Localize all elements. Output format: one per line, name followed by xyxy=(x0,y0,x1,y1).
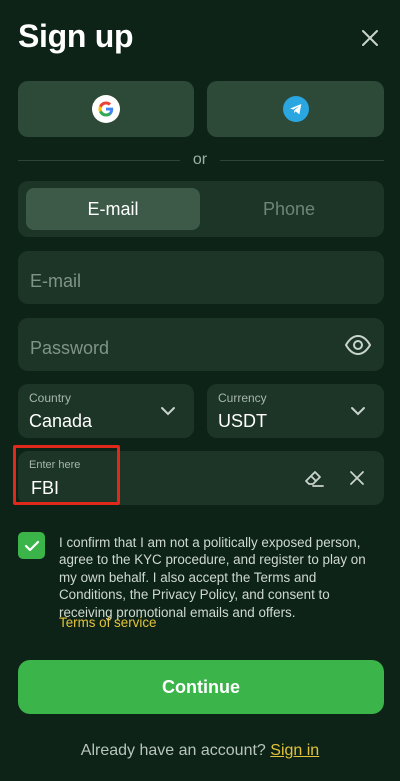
telegram-icon xyxy=(282,96,309,122)
continue-button[interactable]: Continue xyxy=(18,660,384,714)
password-field[interactable]: Password xyxy=(18,318,384,371)
have-account-text: Already have an account? xyxy=(80,742,266,759)
show-password-button[interactable] xyxy=(343,332,373,358)
chevron-down-icon xyxy=(350,404,366,422)
eye-icon xyxy=(344,334,372,356)
currency-select[interactable]: Currency USDT xyxy=(207,384,384,438)
telegram-signup-button[interactable] xyxy=(207,81,384,137)
page-title: Sign up xyxy=(18,18,134,54)
password-placeholder: Password xyxy=(30,338,110,358)
email-placeholder: E-mail xyxy=(30,271,82,291)
tab-phone[interactable]: Phone xyxy=(202,188,376,230)
country-value: Canada xyxy=(29,411,93,431)
close-icon xyxy=(362,30,378,46)
google-signup-button[interactable] xyxy=(18,81,194,137)
chevron-down-icon xyxy=(160,404,176,422)
terms-of-service-link[interactable]: Terms of service xyxy=(59,615,156,630)
google-icon xyxy=(92,95,120,123)
divider-or: or xyxy=(192,151,208,168)
footer: Already have an account? Sign in xyxy=(0,742,400,760)
country-label: Country xyxy=(29,391,72,405)
country-select[interactable]: Country Canada xyxy=(18,384,194,438)
close-icon xyxy=(350,471,364,485)
sign-in-link[interactable]: Sign in xyxy=(270,742,319,759)
clear-button[interactable] xyxy=(347,468,367,488)
checkmark-icon xyxy=(24,540,39,551)
close-button[interactable] xyxy=(356,24,384,52)
edit-button[interactable] xyxy=(302,466,326,490)
currency-label: Currency xyxy=(218,391,267,405)
consent-text: I confirm that I am not a politically ex… xyxy=(59,535,366,620)
email-field[interactable]: E-mail xyxy=(18,251,384,304)
consent-checkbox[interactable] xyxy=(18,532,45,559)
signup-method-toggle: E-mail Phone xyxy=(18,181,384,237)
eraser-icon xyxy=(305,471,324,487)
tab-email[interactable]: E-mail xyxy=(26,188,200,230)
highlight-box xyxy=(13,445,120,505)
currency-value: USDT xyxy=(218,411,267,431)
